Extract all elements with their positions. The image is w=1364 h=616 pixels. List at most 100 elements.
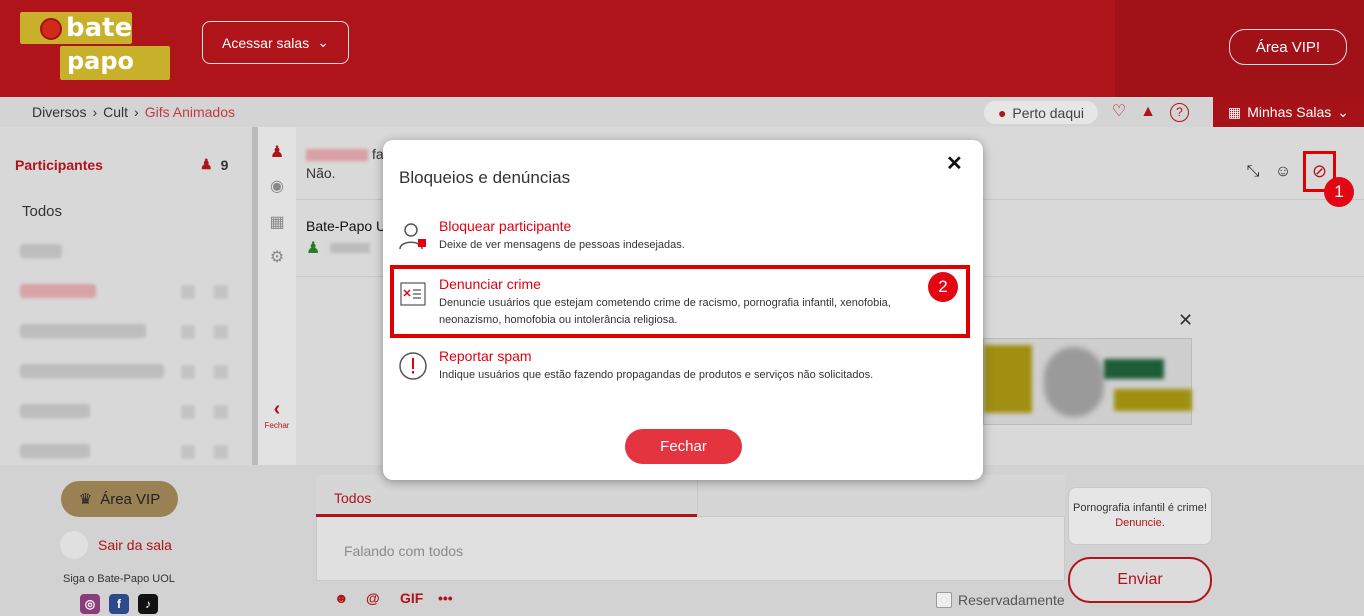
tiktok-icon[interactable]: ♪ [138,594,158,614]
ad-close-icon[interactable]: ✕ [1178,310,1193,331]
close-icon[interactable]: ✕ [946,151,963,176]
crown-icon: ♛ [78,491,93,508]
emoji-picker-icon[interactable]: ☻ [334,590,349,606]
annotation-badge-2: 2 [928,272,958,302]
participant-todos[interactable]: Todos [22,203,62,220]
crime-notice-text: Pornografia infantil é crime! [1073,502,1207,514]
sair-da-sala-button[interactable]: Sair da sala [60,531,172,559]
chevron-down-icon: ⌄ [1337,103,1349,120]
area-vip-pill[interactable]: ♛ Área VIP [61,481,178,517]
modal-title: Bloqueios e denúncias [399,168,571,187]
system-message: Bate-Papo U ♟ [306,218,386,258]
message-author[interactable] [306,149,368,162]
participant-row[interactable] [20,324,146,338]
participant-action-icon[interactable] [181,445,195,459]
location-pin-icon: ● [997,104,1007,121]
fechar-panel-label: Fechar [264,421,290,430]
enviar-button[interactable]: Enviar [1068,557,1212,603]
option-spam-title: Reportar spam [439,348,532,364]
participant-action-icon[interactable] [181,365,195,379]
reservadamente-toggle[interactable]: Reservadamente [936,592,1065,608]
area-vip-pill-label: Área VIP [100,490,161,508]
logo-text-bate: bate [66,13,133,43]
sair-da-sala-label: Sair da sala [98,537,172,553]
help-icon[interactable]: ? [1170,103,1189,122]
chevron-left-icon: ‹ [273,398,281,420]
facebook-icon[interactable]: f [109,594,129,614]
breadcrumb-item-current: Gifs Animados [144,104,235,120]
bell-icon[interactable]: ▲ [1139,103,1157,121]
system-message-title: Bate-Papo U [306,218,387,234]
warning-icon [397,350,429,382]
emoji-icon[interactable]: ☺ [1273,163,1293,183]
fechar-panel-button[interactable]: ‹ Fechar [260,398,294,430]
users-icon: ♟ [200,156,213,172]
breadcrumb-item-cult[interactable]: Cult [103,104,128,120]
participant-action-icon[interactable] [181,325,195,339]
settings-gear-icon[interactable]: ⚙ [267,247,287,267]
user-joined-icon: ♟ [306,238,386,258]
logo-text-papo: papo uol [67,47,135,102]
gif-button[interactable]: GIF [400,590,423,606]
chat-tab-icon[interactable]: ▦ [267,212,287,232]
logo-dot-icon [40,18,62,40]
instagram-icon[interactable]: ◎ [80,594,100,614]
perto-daqui-button[interactable]: ● Perto daqui [984,101,1098,124]
participant-action-icon[interactable] [214,405,228,419]
option-spam[interactable]: Reportar spam Indique usuários que estão… [397,348,957,396]
participants-count-value: 9 [220,156,229,173]
modal-fechar-button[interactable]: Fechar [625,429,742,464]
option-bloquear[interactable]: Bloquear participante Deixe de ver mensa… [397,218,957,258]
participant-row[interactable] [20,444,90,458]
participant-action-icon[interactable] [214,285,228,299]
ad-image-part [1104,359,1164,379]
option-spam-desc: Indique usuários que estão fazendo propa… [439,369,874,381]
participant-row[interactable] [20,284,96,298]
reservadamente-checkbox[interactable] [936,592,952,608]
participant-action-icon[interactable] [214,365,228,379]
chat-bubbles-icon: ▦ [1227,103,1242,120]
acessar-salas-button[interactable]: Acessar salas ⌄ [202,21,349,64]
ad-image-part [1044,347,1104,417]
tab-todos[interactable]: Todos [316,475,697,517]
minhas-salas-button[interactable]: ▦ Minhas Salas ⌄ [1213,97,1364,127]
breadcrumb: Diversos › Cult › Gifs Animados [32,104,235,120]
participant-action-icon[interactable] [181,285,195,299]
participant-row[interactable] [20,364,164,378]
acessar-salas-label: Acessar salas [222,34,310,51]
annotation-badge-1: 1 [1324,177,1354,207]
reservadamente-label: Reservadamente [958,592,1065,608]
breadcrumb-item-diversos[interactable]: Diversos [32,104,86,120]
participant-action-icon[interactable] [181,405,195,419]
message-input[interactable]: Falando com todos [344,543,463,559]
participant-row[interactable] [20,404,90,418]
participants-count: ♟ 9 [200,156,228,173]
participant-action-icon[interactable] [214,445,228,459]
participant-action-icon[interactable] [214,325,228,339]
advertisement[interactable] [983,338,1192,425]
follow-label: Siga o Bate-Papo UOL [63,573,175,585]
denuncie-link[interactable]: Denuncie [1115,517,1161,529]
user-block-icon [397,220,429,252]
message-fragment: fa [372,146,384,162]
scroll-toggle-icon[interactable]: ⤡ [1243,163,1263,183]
batepapo-logo[interactable]: bate papo uol [20,12,172,102]
location-tab-icon[interactable]: ◉ [267,176,287,196]
option-bloquear-desc: Deixe de ver mensagens de pessoas indese… [439,239,685,251]
avatar [60,531,88,559]
heart-icon[interactable]: ♡ [1110,103,1128,121]
participant-row[interactable] [20,244,62,258]
chevron-down-icon: ⌄ [317,34,329,50]
message-text: Não. [306,165,336,181]
option-bloquear-title: Bloquear participante [439,218,572,234]
users-tab-icon[interactable]: ♟ [267,142,287,162]
tab-private[interactable] [697,475,1065,517]
ad-image-part [1114,389,1192,411]
mention-icon[interactable]: @ [366,590,380,606]
chat-message: fa Não. [306,146,384,181]
notice-period: . [1161,517,1165,529]
breadcrumb-separator: › [92,104,98,120]
highlight-box [390,265,970,338]
more-options-icon[interactable]: ••• [438,590,453,606]
area-vip-button[interactable]: Área VIP! [1229,29,1347,65]
